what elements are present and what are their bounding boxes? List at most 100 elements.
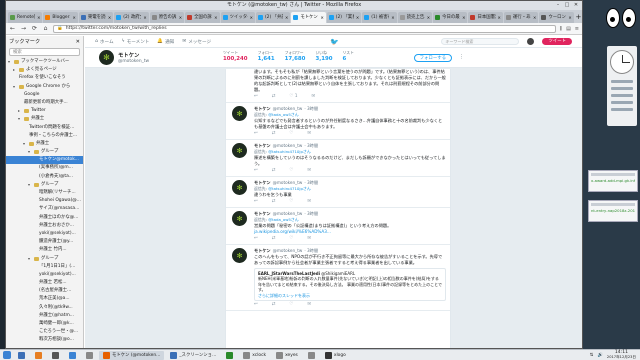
twisty-icon[interactable]: ▾	[28, 148, 32, 156]
back-button[interactable]: ←	[9, 25, 16, 32]
twisty-icon[interactable]: ▾	[28, 255, 32, 263]
browser-tab[interactable]: Remote関連するブラ...✕	[8, 12, 43, 23]
tab-close-icon[interactable]: ✕	[285, 12, 288, 23]
profile-name[interactable]: モトケン	[118, 51, 149, 59]
tab-close-icon[interactable]: ✕	[250, 12, 253, 23]
dm-icon[interactable]: ✉	[307, 302, 311, 308]
browser-tab[interactable]: 全国の訴訟...✕	[185, 12, 220, 23]
show-thread-link[interactable]: さらに詳細のスレッドを表示	[258, 293, 442, 298]
reload-button[interactable]: ⟳	[31, 25, 38, 32]
tab-close-icon[interactable]: ✕	[320, 12, 323, 23]
taskbar-item[interactable]	[14, 351, 29, 360]
taskbar-item[interactable]: xlogo	[321, 351, 350, 360]
bookmark-folder[interactable]: ▸ よく見るページ	[6, 66, 83, 74]
tweet-time[interactable]: · 3時間	[304, 106, 318, 112]
close-icon[interactable]: ✕	[573, 2, 579, 8]
bookmark-item[interactable]: Shohei Ogawa(@...	[6, 197, 83, 205]
retweet-icon[interactable]: ⇄	[272, 131, 276, 137]
bookmark-folder[interactable]: ▾ グループ	[6, 255, 83, 263]
browser-tab[interactable]: 東電を読む...✕	[78, 12, 114, 23]
dm-icon[interactable]: ✉	[312, 94, 316, 100]
tab-close-icon[interactable]: ✕	[179, 12, 182, 23]
browser-tab[interactable]: 読売上告...✕	[397, 12, 433, 23]
more-options-icon[interactable]: ⋮	[459, 54, 464, 60]
bookmark-search-input[interactable]: 検索	[9, 48, 80, 56]
retweet-icon[interactable]: ⇄	[272, 199, 276, 205]
taskbar-item[interactable]: xclock	[239, 351, 270, 360]
tab-close-icon[interactable]: ✕	[462, 12, 465, 23]
bookmark-folder[interactable]: ▸ Twitter	[6, 107, 83, 115]
browser-tab[interactable]: モトケン (@moto...✕	[291, 12, 326, 23]
reply-icon[interactable]: ↩	[254, 94, 258, 100]
tweet-avatar[interactable]: ✻	[232, 248, 247, 263]
twisty-icon[interactable]: ▾	[13, 83, 17, 91]
bookmark-item[interactable]: Google	[6, 91, 83, 99]
forward-button[interactable]: →	[20, 25, 27, 32]
bookmark-item[interactable]: 暇次方相談(@o...	[6, 336, 83, 344]
tweet-avatar[interactable]: ✻	[232, 143, 247, 158]
bookmark-item[interactable]: (小倉秀夫)@ta...	[6, 173, 83, 181]
bookmark-folder[interactable]: ▾ 弁護士	[6, 140, 83, 148]
bookmark-item[interactable]: 「1月1日1日」(...	[6, 263, 83, 271]
taskbar-item[interactable]: _スクリーンショ...	[166, 351, 220, 360]
dm-icon[interactable]: ✉	[307, 199, 311, 205]
tab-close-icon[interactable]: ✕	[214, 12, 217, 23]
tab-close-icon[interactable]: ✕	[568, 12, 571, 23]
account-avatar[interactable]	[527, 38, 535, 45]
bookmark-item[interactable]: yoki(@sekiyot)...	[6, 230, 83, 238]
taskbar-item[interactable]: xeyes	[272, 351, 302, 360]
sidebar-icon[interactable]: ▤	[566, 26, 571, 32]
bookmark-item[interactable]: 弁護士 竹内...	[6, 246, 83, 254]
browser-tab[interactable]: 今日の最前...✕	[433, 12, 468, 23]
bookmark-folder[interactable]: ▾ ブックマークツールバー	[6, 58, 83, 66]
bookmark-folder[interactable]: ▾ グループ	[6, 181, 83, 189]
browser-tab[interactable]: 原告の訴え...✕	[149, 12, 185, 23]
tweet-button[interactable]: ツイート	[542, 38, 572, 45]
bookmark-item[interactable]: 最新更新の時期大手...	[6, 99, 83, 107]
bookmark-item[interactable]: 久々利(@tk9w...	[6, 304, 83, 312]
reply-to-link[interactable]: @tatsuhiro4710jpさん	[268, 149, 311, 154]
profile-stat[interactable]: フォロー 1,641	[258, 50, 275, 62]
bookmark-item[interactable]: 弁護士(@hatm...	[6, 312, 83, 320]
twitter-nav-mail[interactable]: ✉ メッセージ	[182, 39, 211, 45]
profile-stat[interactable]: ツイート 100,240	[223, 50, 248, 62]
tweet[interactable]: ✻ モトケン @motoken_tw · 3時間 返信先: @tatsuhiro4710…	[226, 140, 450, 177]
browser-tab[interactable]: ウーロン...✕	[539, 12, 574, 23]
twisty-icon[interactable]: ▸	[18, 107, 22, 115]
profile-stat[interactable]: いいね 3,190	[315, 50, 332, 62]
tab-close-icon[interactable]: ✕	[356, 12, 359, 23]
taskbar-item[interactable]	[304, 351, 319, 360]
maximize-icon[interactable]: □	[564, 2, 570, 8]
reply-icon[interactable]: ↩	[254, 236, 258, 242]
bookmark-item[interactable]: 醸造弁護士(@y...	[6, 238, 83, 246]
tweet[interactable]: ✻ モトケン @motoken_tw · 3時間 返信先: @tada_ow5さん 営業の…	[226, 208, 450, 245]
twisty-icon[interactable]: ▸	[13, 66, 17, 74]
taskbar-item[interactable]	[222, 351, 237, 360]
bookmark-item[interactable]: サイズ(@masasa...	[6, 205, 83, 213]
profile-avatar[interactable]: ✻	[99, 50, 114, 65]
like-icon[interactable]: ♡	[289, 131, 293, 137]
tab-close-icon[interactable]: ✕	[108, 12, 111, 23]
reply-icon[interactable]: ↩	[254, 199, 258, 205]
dm-icon[interactable]: ✉	[307, 131, 311, 137]
profile-stat[interactable]: リスト 6	[343, 50, 354, 62]
twitter-search-input[interactable]: キーワード検索	[441, 38, 520, 45]
reply-icon[interactable]: ↩	[254, 131, 258, 137]
tweet[interactable]: ✻ モトケン @motoken_tw · 3時間 返信先: @tada_ow5さん 公知す…	[226, 103, 450, 140]
quoted-tweet[interactable]: EARL_JStarWarsTheLastJedi @ShikigamiEARL…	[254, 268, 446, 302]
tab-close-icon[interactable]: ✕	[427, 12, 430, 23]
tweet[interactable]: 違います。そもそも私が「結果無罪という言葉を使うのが問題」です。(結果無罪という…	[226, 69, 450, 103]
twitter-nav-bell[interactable]: 🔔 通知	[157, 39, 174, 45]
bookmark-item[interactable]: (実事務所)@m...	[6, 164, 83, 172]
like-icon[interactable]: ♡	[289, 236, 293, 242]
note-widget-2[interactable]: nt-entry-nap2018z-201819	[588, 200, 638, 222]
bookmark-item[interactable]: こたろう一世・@...	[6, 328, 83, 336]
retweet-icon[interactable]: ⇄	[272, 94, 276, 100]
browser-tab[interactable]: ツイッター...✕	[220, 12, 255, 23]
taskbar-clock[interactable]: 14:11 2017年12月23日	[607, 350, 636, 360]
bookmark-folder[interactable]: ▾ Google Chrome から	[6, 83, 83, 91]
like-icon[interactable]: ♡	[289, 168, 293, 174]
like-icon[interactable]: ♡	[289, 199, 293, 205]
tab-close-icon[interactable]: ✕	[498, 12, 501, 23]
tweet-avatar[interactable]: ✻	[232, 106, 247, 121]
